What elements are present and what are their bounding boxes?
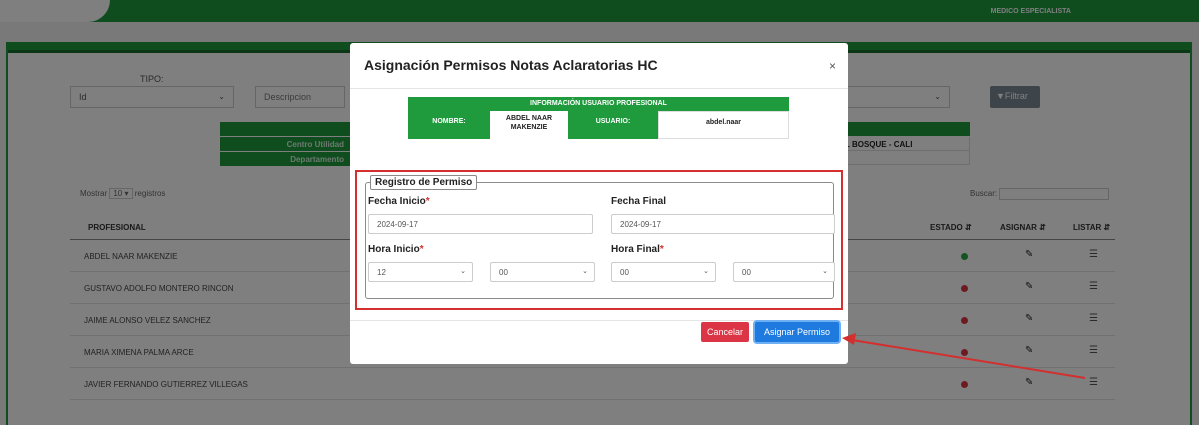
nombre-value: ABDEL NAAR MAKENZIE: [490, 111, 568, 139]
nombre-label: NOMBRE:: [408, 111, 490, 139]
chevron-down-icon: ⌄: [703, 268, 709, 275]
hora-final-minute-select[interactable]: 00 ⌄: [733, 262, 835, 282]
permission-modal: Asignación Permisos Notas Aclaratorias H…: [350, 43, 848, 364]
hora-final-label: Hora Final*: [611, 244, 664, 255]
user-info-header: INFORMACIÓN USUARIO PROFESIONAL: [408, 97, 789, 111]
hora-final-hour-select[interactable]: 00 ⌄: [611, 262, 716, 282]
user-info-table: INFORMACIÓN USUARIO PROFESIONAL NOMBRE: …: [408, 97, 789, 139]
hora-inicio-label: Hora Inicio*: [368, 244, 424, 255]
usuario-value: abdel.naar: [658, 111, 789, 139]
chevron-down-icon: ⌄: [460, 268, 466, 275]
chevron-down-icon: ⌄: [822, 268, 828, 275]
fecha-final-label: Fecha Final: [611, 196, 667, 207]
assign-permission-button[interactable]: Asignar Permiso: [755, 322, 839, 342]
modal-title: Asignación Permisos Notas Aclaratorias H…: [364, 57, 658, 73]
chevron-down-icon: ⌄: [582, 268, 588, 275]
fecha-final-input[interactable]: 2024-09-17: [611, 214, 835, 234]
fieldset-legend: Registro de Permiso: [370, 175, 478, 190]
hora-inicio-hour-select[interactable]: 12 ⌄: [368, 262, 473, 282]
fecha-inicio-label: Fecha Inicio*: [368, 196, 430, 207]
highlight-annotation-box: Registro de Permiso Fecha Inicio* 2024-0…: [355, 170, 843, 310]
permission-fieldset: Registro de Permiso Fecha Inicio* 2024-0…: [365, 175, 835, 299]
fecha-inicio-input[interactable]: 2024-09-17: [368, 214, 593, 234]
cancel-button[interactable]: Cancelar: [701, 322, 749, 342]
close-icon[interactable]: ×: [829, 59, 836, 73]
usuario-label: USUARIO:: [568, 111, 658, 139]
hora-inicio-minute-select[interactable]: 00 ⌄: [490, 262, 595, 282]
